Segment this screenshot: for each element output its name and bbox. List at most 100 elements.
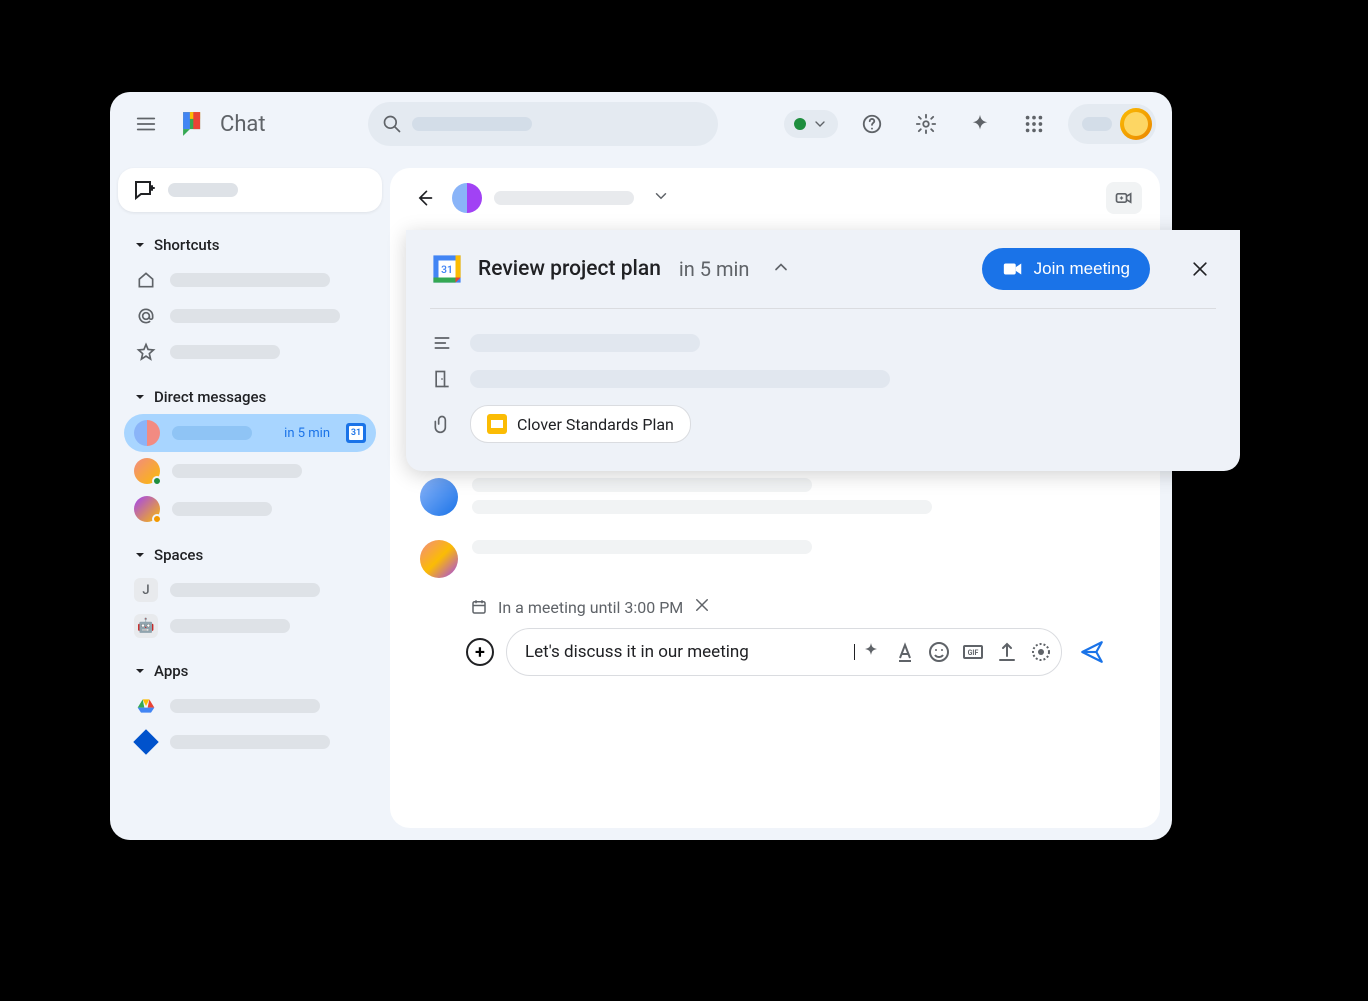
meeting-description-row xyxy=(430,325,1216,361)
chat-title-placeholder xyxy=(494,191,634,205)
arrow-left-icon xyxy=(414,188,434,208)
apps-header[interactable]: Apps xyxy=(124,654,376,688)
apps-label: Apps xyxy=(154,662,188,680)
record-button[interactable] xyxy=(1029,640,1053,664)
dm-item[interactable] xyxy=(124,490,376,528)
send-button[interactable] xyxy=(1074,634,1110,670)
sparkle-icon xyxy=(969,113,991,135)
space-item[interactable]: J xyxy=(124,572,376,608)
chat-menu-button[interactable] xyxy=(652,187,670,209)
caret-down-icon xyxy=(134,239,146,251)
dm-avatar xyxy=(134,458,160,484)
description-icon xyxy=(430,333,454,353)
space-item[interactable]: 🤖 xyxy=(124,608,376,644)
shortcut-home[interactable] xyxy=(124,262,376,298)
upload-button[interactable] xyxy=(995,640,1019,664)
dm-name-placeholder xyxy=(172,502,272,516)
status-text: In a meeting until 3:00 PM xyxy=(498,598,683,617)
account-label-placeholder xyxy=(1082,117,1112,131)
message-avatar xyxy=(420,540,458,578)
meeting-header: 31 Review project plan in 5 min xyxy=(406,230,1240,308)
gif-button[interactable]: GIF xyxy=(961,640,985,664)
app-name-placeholder xyxy=(170,735,330,749)
calendar-mini-icon xyxy=(346,423,366,443)
shortcut-mentions[interactable] xyxy=(124,298,376,334)
attachment-chip[interactable]: Clover Standards Plan xyxy=(470,405,691,443)
caret-down-icon xyxy=(134,549,146,561)
settings-button[interactable] xyxy=(906,104,946,144)
close-icon xyxy=(693,596,711,614)
shortcuts-section: Shortcuts xyxy=(118,228,382,370)
presence-active-icon xyxy=(152,476,162,486)
compose-toolbar: GIF xyxy=(859,640,1053,664)
status-chip[interactable] xyxy=(784,110,838,138)
gemini-compose-button[interactable] xyxy=(859,640,883,664)
chat-header xyxy=(390,168,1160,228)
dm-item-active[interactable]: in 5 min xyxy=(124,414,376,452)
at-icon xyxy=(134,304,158,328)
app-item-drive[interactable] xyxy=(124,688,376,724)
compose-row: + Let's discuss it in our meeting GIF xyxy=(420,628,1130,692)
meeting-location-row xyxy=(430,361,1216,397)
caret-down-icon xyxy=(134,665,146,677)
in-meeting-status-chip: In a meeting until 3:00 PM xyxy=(470,596,711,618)
meeting-collapse-button[interactable] xyxy=(771,257,791,281)
account-switcher[interactable] xyxy=(1068,104,1156,144)
message-row xyxy=(420,540,1130,578)
search-box[interactable] xyxy=(368,102,718,146)
format-text-button[interactable] xyxy=(893,640,917,664)
main-menu-button[interactable] xyxy=(126,104,166,144)
shortcuts-header[interactable]: Shortcuts xyxy=(124,228,376,262)
calendar-small-icon xyxy=(470,598,488,616)
new-chat-button[interactable] xyxy=(118,168,382,212)
join-meeting-label: Join meeting xyxy=(1034,259,1130,279)
chevron-up-icon xyxy=(771,257,791,277)
drive-icon xyxy=(134,694,158,718)
dm-item[interactable] xyxy=(124,452,376,490)
gif-icon: GIF xyxy=(961,640,985,664)
room-icon xyxy=(430,369,454,389)
sidebar: Shortcuts Direct messages xyxy=(110,156,390,840)
meeting-time: in 5 min xyxy=(679,257,750,281)
spaces-header[interactable]: Spaces xyxy=(124,538,376,572)
jira-icon xyxy=(134,730,158,754)
presence-idle-icon xyxy=(152,514,162,524)
video-icon xyxy=(1002,258,1024,280)
message-body xyxy=(472,540,1130,562)
app-item-jira[interactable] xyxy=(124,724,376,760)
emoji-icon xyxy=(927,640,951,664)
meeting-close-button[interactable] xyxy=(1184,253,1216,285)
svg-text:31: 31 xyxy=(441,265,453,276)
new-chat-icon xyxy=(132,178,156,202)
app-name-placeholder xyxy=(170,699,320,713)
app-title: Chat xyxy=(220,112,266,137)
dm-header[interactable]: Direct messages xyxy=(124,380,376,414)
topbar-right xyxy=(784,104,1156,144)
shortcut-label-placeholder xyxy=(170,273,330,287)
meeting-title: Review project plan xyxy=(478,257,661,281)
emoji-button[interactable] xyxy=(927,640,951,664)
back-button[interactable] xyxy=(408,182,440,214)
app-window: Chat xyxy=(110,92,1172,840)
home-icon xyxy=(134,268,158,292)
main-area: Shortcuts Direct messages xyxy=(110,156,1172,840)
compose-add-button[interactable]: + xyxy=(466,638,494,666)
gemini-button[interactable] xyxy=(960,104,1000,144)
compose-input[interactable]: Let's discuss it in our meeting GIF xyxy=(506,628,1062,676)
shortcuts-label: Shortcuts xyxy=(154,236,219,254)
apps-grid-button[interactable] xyxy=(1014,104,1054,144)
attachment-name: Clover Standards Plan xyxy=(517,415,674,434)
message-row xyxy=(420,478,1130,522)
dm-name-placeholder xyxy=(172,426,252,440)
message-line-placeholder xyxy=(472,478,812,492)
star-icon xyxy=(134,340,158,364)
shortcut-starred[interactable] xyxy=(124,334,376,370)
new-video-call-button[interactable] xyxy=(1106,182,1142,214)
help-button[interactable] xyxy=(852,104,892,144)
status-close-button[interactable] xyxy=(693,596,711,618)
meeting-attachment-row: Clover Standards Plan xyxy=(430,397,1216,451)
upload-icon xyxy=(995,640,1019,664)
dm-name-placeholder xyxy=(172,464,302,478)
join-meeting-button[interactable]: Join meeting xyxy=(982,248,1150,290)
slides-icon xyxy=(487,414,507,434)
